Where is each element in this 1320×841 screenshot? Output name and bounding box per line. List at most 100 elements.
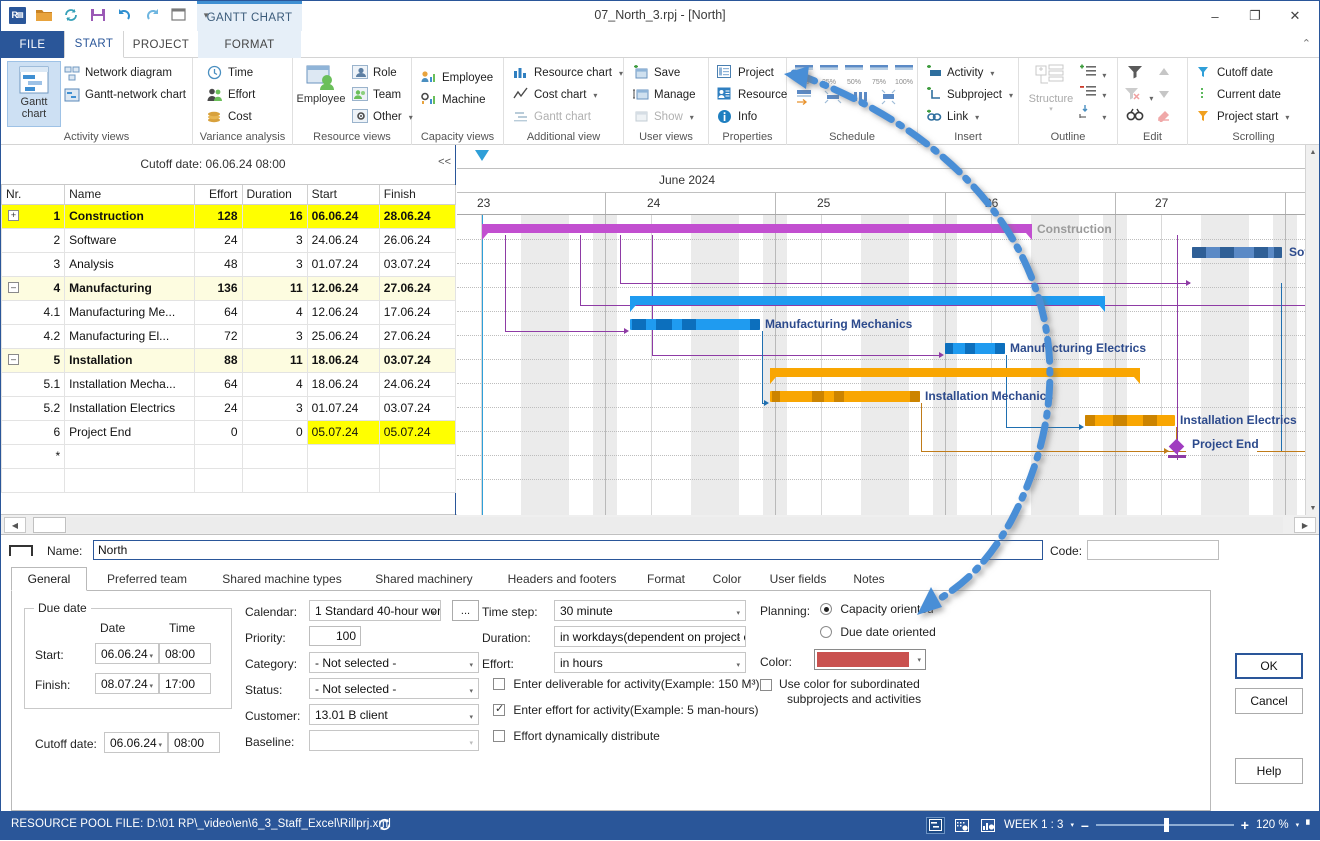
planning-capacity-oriented-row[interactable]: Capacity oriented	[820, 602, 934, 616]
column-header-start[interactable]: Start	[306, 185, 380, 205]
gantt-chart-pane[interactable]: 2024 June 2024 23 24 25 26 27	[457, 145, 1319, 515]
view-chart-button[interactable]	[978, 817, 997, 834]
schedule-50-percent-button[interactable]: 50%	[843, 63, 865, 86]
tab-shared-machinery[interactable]: Shared machinery	[357, 567, 491, 591]
schedule-0-percent-button[interactable]: 0%	[793, 63, 815, 86]
gantt-bar-software[interactable]	[1192, 247, 1282, 258]
deliverable-checkbox[interactable]	[493, 678, 505, 690]
schedule-more-icon[interactable]	[879, 88, 899, 109]
outline-indent-button[interactable]: ▾	[1079, 104, 1106, 123]
outline-promote-caret-icon[interactable]: ▾	[1102, 71, 1106, 80]
view-gantt-button[interactable]	[926, 816, 946, 834]
ok-button[interactable]: OK	[1235, 653, 1303, 679]
cost-chart-caret-icon[interactable]: ▾	[593, 91, 597, 100]
cost-chart-button[interactable]: Cost chart ▾	[510, 84, 600, 106]
column-header-name[interactable]: Name	[64, 185, 196, 205]
column-header-effort[interactable]: Effort	[194, 185, 243, 205]
baseline-caret-icon[interactable]: ▾	[469, 739, 473, 747]
outline-promote-button[interactable]: ▾	[1079, 64, 1106, 81]
resize-grip-icon[interactable]: ▘	[1306, 820, 1313, 831]
cost-button[interactable]: Cost	[204, 106, 255, 128]
insert-link-button[interactable]: Link ▾	[923, 106, 982, 128]
insert-activity-caret-icon[interactable]: ▾	[990, 69, 994, 78]
gantt-canvas[interactable]: Construction Software Analysis	[457, 215, 1319, 515]
duration-caret-icon[interactable]: ▾	[736, 635, 740, 643]
finish-date-input[interactable]: 08.07.24 ▾	[95, 673, 159, 694]
effort-distribute-checkbox-row[interactable]: Effort dynamically distribute	[493, 729, 660, 743]
filter-button[interactable]	[1126, 64, 1144, 82]
scroll-up-button[interactable]: ▲	[1306, 145, 1319, 159]
collapser-icon[interactable]: –	[8, 281, 19, 293]
cancel-button[interactable]: Cancel	[1235, 688, 1303, 714]
column-header-nr[interactable]: Nr.	[0, 185, 66, 205]
maximize-button[interactable]: ❐	[1235, 3, 1275, 29]
cutoff-marker-icon[interactable]	[475, 150, 489, 161]
zoom-slider-thumb[interactable]	[1163, 818, 1169, 832]
table-row[interactable]: –5 Installation 88 11 18.06.24 03.07.24	[0, 347, 457, 373]
cutoff-date-caret-icon[interactable]: ▾	[158, 741, 162, 749]
sort-descending-button[interactable]	[1156, 88, 1172, 103]
enter-effort-checkbox[interactable]	[493, 702, 505, 716]
column-header-duration[interactable]: Duration	[241, 185, 308, 205]
team-button[interactable]: Team	[349, 84, 404, 106]
eraser-button[interactable]	[1154, 108, 1172, 125]
scroll-current-date-button[interactable]: Current date	[1193, 84, 1284, 106]
code-input[interactable]	[1087, 540, 1219, 560]
color-select[interactable]: ▾	[814, 649, 926, 670]
week-scale-caret-icon[interactable]: ▾	[1070, 821, 1074, 829]
minimize-button[interactable]: –	[1195, 3, 1235, 29]
project-properties-button[interactable]: Project	[714, 62, 777, 84]
collapse-pane-button[interactable]: <<	[438, 156, 451, 168]
scroll-project-start-button[interactable]: Project start ▾	[1193, 106, 1292, 128]
insert-subproject-button[interactable]: Subproject ▾	[923, 84, 1016, 106]
duration-select[interactable]: in workdays(dependent on project c ▾	[554, 626, 746, 647]
table-row[interactable]: +1 Construction 128 16 06.06.24 28.06.24	[0, 203, 457, 229]
schedule-distribute-icon[interactable]	[851, 88, 871, 109]
structure-button[interactable]: Structure ▾	[1027, 63, 1075, 113]
schedule-75-percent-button[interactable]: 75%	[868, 63, 890, 86]
gantt-bar-installation-electrics[interactable]	[1085, 415, 1175, 426]
start-date-input[interactable]: 06.06.24 ▾	[95, 643, 159, 664]
table-row[interactable]: 2 Software 24 3 24.06.24 26.06.24	[0, 227, 457, 253]
tab-preferred-team[interactable]: Preferred team	[87, 567, 207, 591]
scroll-project-start-caret-icon[interactable]: ▾	[1285, 113, 1289, 122]
gantt-vertical-scrollbar[interactable]: ▲ ▼	[1305, 145, 1319, 515]
tab-start[interactable]: START	[64, 31, 124, 58]
info-button[interactable]: Info	[714, 106, 760, 128]
finish-time-input[interactable]: 17:00	[159, 673, 211, 694]
hscroll-track[interactable]	[67, 517, 1283, 533]
enter-effort-checkbox-row[interactable]: Enter effort for activity(Example: 5 man…	[493, 702, 759, 717]
effort-distribute-checkbox[interactable]	[493, 730, 505, 742]
hscroll-thumb[interactable]	[33, 517, 66, 533]
sort-ascending-button[interactable]	[1156, 66, 1172, 81]
insert-subproject-caret-icon[interactable]: ▾	[1009, 91, 1013, 100]
planning-due-date-oriented-row[interactable]: Due date oriented	[820, 625, 936, 639]
start-time-input[interactable]: 08:00	[159, 643, 211, 664]
status-refresh-icon[interactable]	[377, 817, 392, 835]
tab-shared-machine-types[interactable]: Shared machine types	[207, 567, 357, 591]
name-input[interactable]: North	[93, 540, 1043, 560]
status-select[interactable]: - Not selected - ▾	[309, 678, 479, 699]
time-step-caret-icon[interactable]: ▾	[736, 609, 740, 617]
category-caret-icon[interactable]: ▾	[469, 661, 473, 669]
find-button[interactable]	[1126, 108, 1144, 125]
use-color-checkbox[interactable]	[760, 679, 772, 691]
start-date-caret-icon[interactable]: ▾	[149, 652, 153, 660]
expander-icon[interactable]: +	[8, 209, 19, 221]
employee-view-button[interactable]: Employee	[293, 61, 349, 127]
schedule-align-left-icon[interactable]	[795, 88, 815, 109]
insert-activity-button[interactable]: Activity ▾	[923, 62, 997, 84]
time-button[interactable]: Time	[204, 62, 256, 84]
gantt-chart-button[interactable]: Gantt chart	[7, 61, 61, 127]
capacity-machine-button[interactable]: Machine	[418, 89, 488, 111]
table-row[interactable]: 3 Analysis 48 3 01.07.24 03.07.24	[0, 251, 457, 277]
outline-demote-caret-icon[interactable]: ▾	[1102, 91, 1106, 100]
zoom-out-button[interactable]: –	[1081, 817, 1089, 833]
close-button[interactable]: ✕	[1275, 3, 1315, 29]
gantt-bar-manufacturing-electrics[interactable]	[945, 343, 1005, 354]
zoom-level-caret-icon[interactable]: ▾	[1296, 821, 1300, 829]
finish-date-caret-icon[interactable]: ▾	[149, 682, 153, 690]
tab-file[interactable]: FILE	[1, 31, 64, 58]
scroll-down-button[interactable]: ▼	[1306, 501, 1319, 515]
zoom-in-button[interactable]: +	[1241, 817, 1249, 833]
